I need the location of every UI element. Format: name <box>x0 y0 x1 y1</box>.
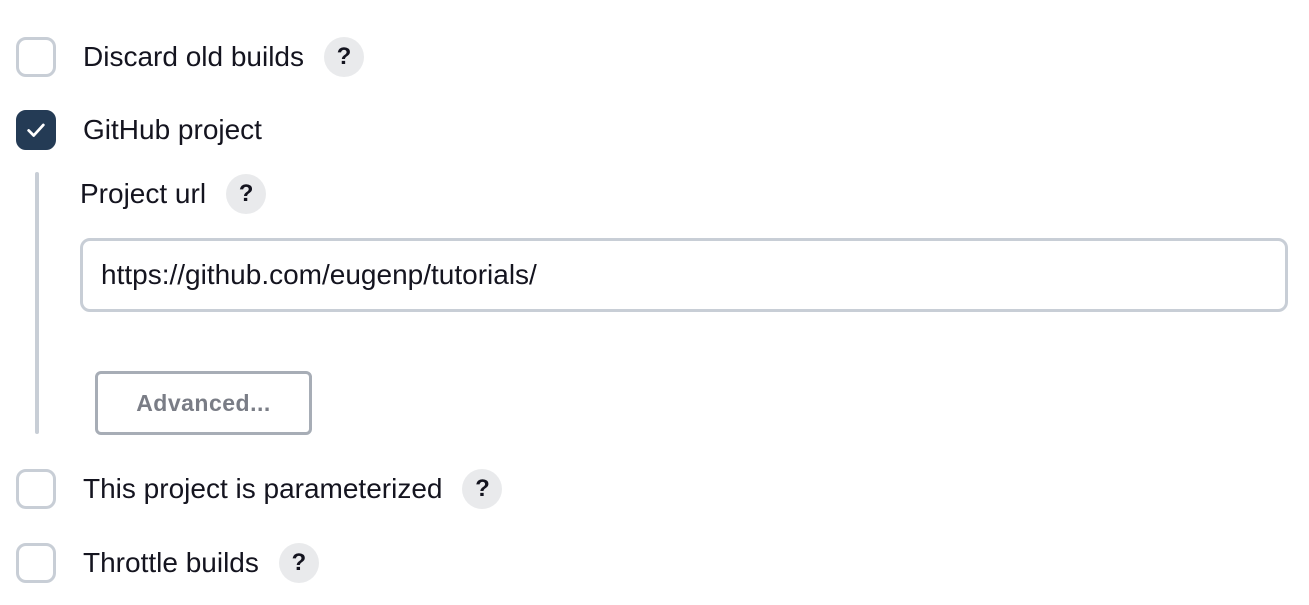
throttle-builds-label: Throttle builds <box>83 547 259 578</box>
option-github-project: GitHub project <box>16 108 262 152</box>
parameterized-checkbox[interactable] <box>16 469 56 509</box>
help-icon[interactable]: ? <box>462 469 503 509</box>
help-icon[interactable]: ? <box>278 543 319 583</box>
check-icon <box>27 123 45 137</box>
option-discard-old-builds: Discard old builds ? <box>16 35 364 79</box>
advanced-button[interactable]: Advanced... <box>95 371 312 435</box>
option-throttle-builds: Throttle builds ? <box>16 541 319 585</box>
github-project-checkbox[interactable] <box>16 110 56 150</box>
job-config-panel: Discard old builds ? GitHub project Proj… <box>0 0 1309 605</box>
nested-section-indicator <box>35 172 39 434</box>
option-parameterized: This project is parameterized ? <box>16 467 503 511</box>
throttle-builds-checkbox[interactable] <box>16 543 56 583</box>
project-url-label-row: Project url ? <box>80 174 267 214</box>
help-icon[interactable]: ? <box>226 174 267 214</box>
project-url-input[interactable] <box>80 238 1288 312</box>
parameterized-label: This project is parameterized <box>83 473 443 504</box>
github-project-label: GitHub project <box>83 114 262 145</box>
discard-old-builds-checkbox[interactable] <box>16 37 56 77</box>
help-icon[interactable]: ? <box>324 37 364 77</box>
discard-old-builds-label: Discard old builds <box>83 41 304 72</box>
project-url-label: Project url <box>80 178 207 209</box>
